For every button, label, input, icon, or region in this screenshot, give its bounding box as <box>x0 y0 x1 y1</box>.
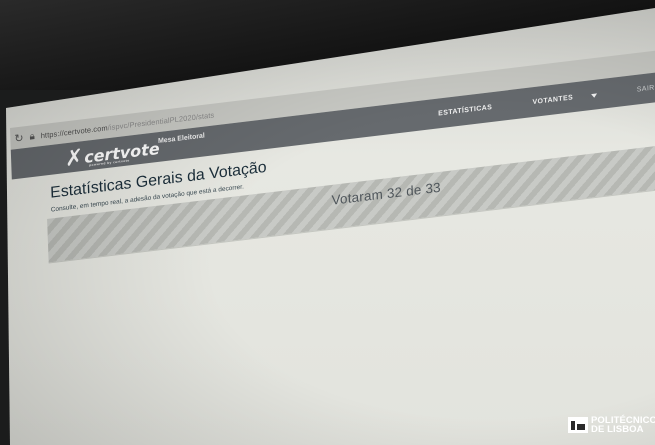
politecnico-watermark: POLITÉCNICO DE LISBOA <box>568 416 655 434</box>
logo-x-icon: ✗ <box>64 145 84 173</box>
watermark-line2: DE LISBOA <box>591 424 644 435</box>
votes-joiner: de <box>405 182 422 199</box>
chevron-down-icon[interactable] <box>591 93 598 99</box>
section-label: Mesa Eleitoral <box>157 132 205 146</box>
certvote-logo[interactable]: ✗ certvote powered by certvote <box>65 136 160 172</box>
votes-count: 32 <box>386 184 403 202</box>
politecnico-logo-icon <box>568 417 588 433</box>
lock-icon: 🔒︎ <box>29 130 35 143</box>
nav-exit[interactable]: SAIR <box>637 85 655 94</box>
votes-total: 33 <box>425 179 442 197</box>
nav-statistics[interactable]: ESTATÍSTICAS <box>438 104 492 117</box>
url-host: https://certvote.com <box>40 122 108 140</box>
nav-voters[interactable]: VOTANTES <box>532 94 573 106</box>
reload-icon[interactable]: ↻ <box>14 131 24 145</box>
